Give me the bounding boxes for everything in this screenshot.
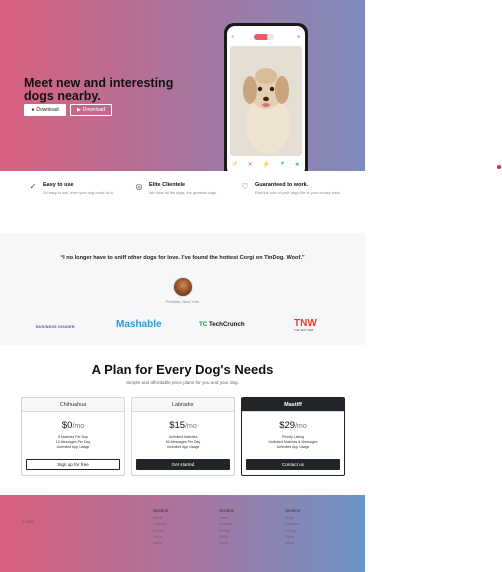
- feature-title: Guaranteed to work.: [255, 182, 309, 188]
- feature-title: Elite Clientele: [149, 182, 186, 188]
- plan-card-chihuahua: Chihuahua $0/mo 5 Matches Per Day 10 Mes…: [21, 397, 125, 476]
- plan-card-labrador: Labrador $15/mo Unlimited Matches 50 Mes…: [131, 397, 235, 476]
- heart-arrow-icon: ♡: [241, 182, 249, 191]
- feature-title: Easy to use: [43, 182, 74, 188]
- footer-heading: Section: [285, 508, 301, 513]
- page: Meet new and interesting dogs nearby. ● …: [0, 0, 365, 572]
- hero-title: Meet new and interesting dogs nearby.: [24, 76, 174, 103]
- testimonial-quote: “I no longer have to sniff other dogs fo…: [60, 255, 305, 261]
- toggle-inactive: [267, 34, 274, 40]
- plan-feature: Unlimited App Usage: [276, 445, 310, 449]
- plan-features: 5 Matches Per Day 10 Messages Per Day Un…: [22, 435, 124, 450]
- feature-text: So easy to use, even your dog could do i…: [43, 191, 114, 195]
- download-apple-label: Download: [36, 107, 59, 113]
- tnw-subtitle: THE NEXT WEB: [294, 329, 314, 332]
- techcrunch-logo: TC TechCrunch: [199, 321, 245, 328]
- footer-heading: Section: [153, 508, 169, 513]
- footer: © 2024 Section Home Features Pricing FAQ…: [0, 495, 365, 572]
- download-play-button[interactable]: ▶ Download: [70, 104, 112, 116]
- tnw-logo: TNW: [294, 318, 317, 329]
- check-circle-icon: ✓: [29, 182, 37, 191]
- feature-text: We have all the dogs, the greatest dogs.: [149, 191, 217, 195]
- feature-text: Find the love of your dog's life or your…: [255, 191, 341, 195]
- plan-price-value: $15: [169, 420, 186, 431]
- heart-icon: ♥: [280, 161, 285, 167]
- plan-card-mastiff: Mastiff $29/mo Priority Listing Unlimite…: [241, 397, 345, 476]
- plan-price: $15/mo: [132, 420, 234, 431]
- footer-link-about[interactable]: About: [285, 540, 325, 546]
- footer-column: Section Home Features Pricing FAQs About: [285, 508, 325, 546]
- user-icon: ●: [231, 34, 235, 40]
- phone-action-bar: ↺ ✕ ⚡ ♥ ★: [227, 161, 305, 168]
- close-icon: ✕: [247, 162, 253, 168]
- footer-column: Section Home Features Pricing FAQs About: [219, 508, 259, 546]
- plan-features: Priority Listing Unlimited Matches & Mes…: [242, 435, 344, 450]
- cursor-dot: [497, 165, 501, 169]
- plan-name: Labrador: [132, 398, 234, 412]
- footer-link-about[interactable]: About: [219, 540, 259, 546]
- phone-topbar: ● ■: [227, 34, 305, 42]
- dog-illustration: [230, 46, 302, 156]
- undo-icon: ↺: [232, 162, 238, 168]
- business-insider-logo: BUSINESS INSIDER: [36, 325, 75, 329]
- phone-mockup: ● ■ ↺ ✕ ⚡ ♥ ★: [224, 23, 308, 171]
- plan-price-period: /mo: [295, 423, 307, 430]
- plan-name: Chihuahua: [22, 398, 124, 412]
- plan-feature: Unlimited App Usage: [56, 445, 90, 449]
- chat-icon: ■: [297, 34, 301, 40]
- footer-heading: Section: [219, 508, 235, 513]
- hero-section: Meet new and interesting dogs nearby. ● …: [0, 0, 365, 171]
- download-apple-button[interactable]: ● Download: [24, 104, 66, 116]
- mashable-logo: Mashable: [116, 319, 162, 330]
- footer-link-about[interactable]: About: [153, 540, 193, 546]
- play-store-icon: ▶: [76, 107, 81, 113]
- testimonial-author: Pebbles, New York: [165, 299, 200, 304]
- techcrunch-mark: TC: [199, 321, 208, 328]
- features-section: ✓ Easy to use So easy to use, even your …: [0, 171, 365, 233]
- plan-price-period: /mo: [72, 423, 85, 430]
- footer-column: Section Home Features Pricing FAQs About: [153, 508, 193, 546]
- get-started-button[interactable]: Get started: [136, 459, 230, 470]
- plan-feature: Unlimited App Usage: [166, 445, 200, 449]
- plan-name: Mastiff: [242, 398, 344, 412]
- copyright: © 2024: [22, 520, 34, 524]
- plan-features: Unlimited Matches 50 Messages Per Day Un…: [132, 435, 234, 450]
- pricing-subtitle: Simple and affordable price plans for yo…: [126, 380, 239, 385]
- dog-photo: [230, 46, 302, 156]
- plan-price: $29/mo: [242, 420, 344, 431]
- techcrunch-text: TechCrunch: [208, 321, 245, 328]
- bolt-icon: ⚡: [262, 162, 271, 168]
- star-icon: ★: [294, 162, 300, 168]
- apple-icon: ●: [31, 107, 35, 113]
- pricing-section: A Plan for Every Dog's Needs Simple and …: [0, 345, 365, 495]
- sign-up-free-button[interactable]: Sign up for free: [26, 459, 120, 470]
- testimonial-section: “I no longer have to sniff other dogs fo…: [0, 233, 365, 345]
- bullseye-icon: ◎: [135, 182, 143, 191]
- plan-price: $0/mo: [22, 420, 124, 431]
- plan-price-value: $0: [61, 420, 73, 431]
- contact-us-button[interactable]: Contact us: [246, 459, 340, 470]
- avatar: [173, 277, 193, 297]
- plan-price-value: $29: [279, 420, 296, 431]
- download-play-label: Download: [82, 107, 106, 113]
- pricing-title: A Plan for Every Dog's Needs: [91, 362, 274, 377]
- plan-price-period: /mo: [185, 423, 197, 430]
- phone-screen: ● ■ ↺ ✕ ⚡ ♥ ★: [227, 26, 305, 171]
